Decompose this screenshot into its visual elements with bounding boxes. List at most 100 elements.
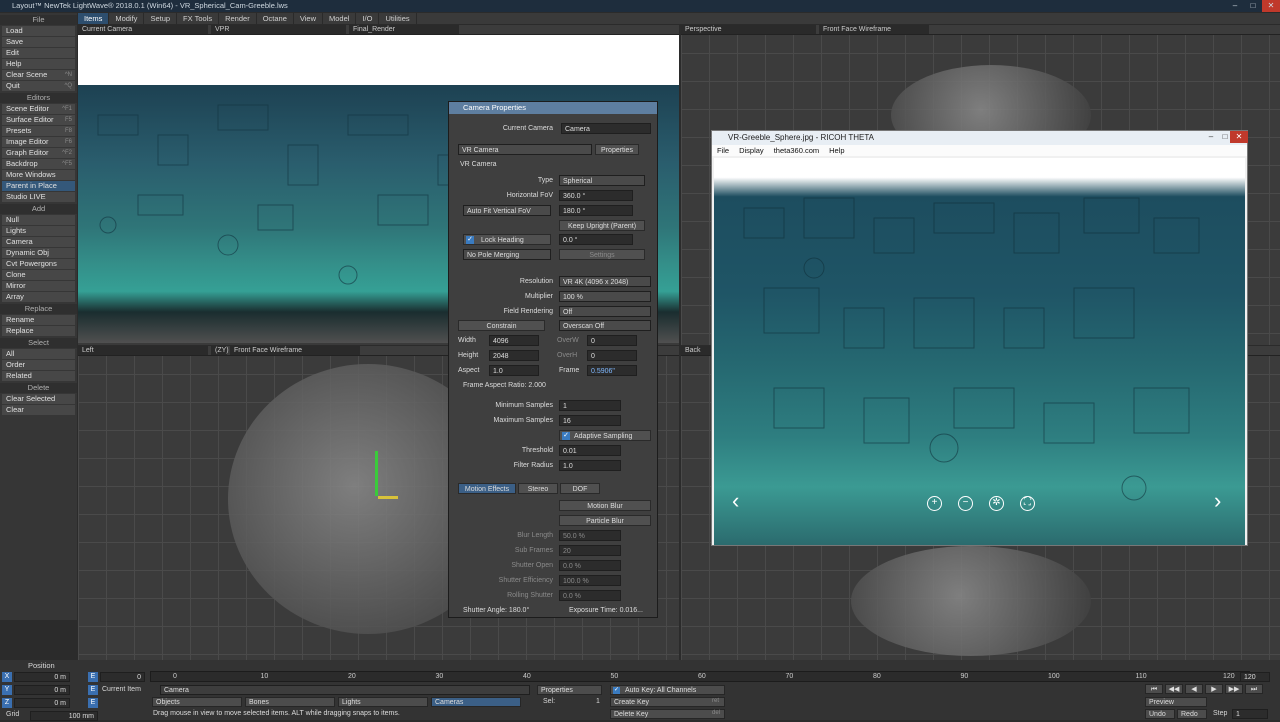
- chevron-right-icon[interactable]: ›: [1214, 488, 1221, 514]
- zoom-in-icon[interactable]: +: [927, 496, 942, 511]
- envelope-icon[interactable]: E: [88, 685, 98, 695]
- tab-utilities[interactable]: Utilities: [379, 13, 417, 24]
- step-field[interactable]: 1: [1232, 709, 1268, 719]
- next-key-icon[interactable]: ▶▶: [1225, 684, 1243, 694]
- position-x-field[interactable]: 0 m: [14, 672, 70, 682]
- sidebar-item-load[interactable]: Load: [2, 26, 75, 36]
- axis-y-toggle[interactable]: Y: [2, 685, 12, 695]
- prev-key-icon[interactable]: ◀◀: [1165, 684, 1183, 694]
- tab-view[interactable]: View: [294, 13, 324, 24]
- height-field[interactable]: 2048: [489, 350, 539, 361]
- min-samples-field[interactable]: 1: [559, 400, 621, 411]
- max-samples-field[interactable]: 16: [559, 415, 621, 426]
- rolling-shutter-field[interactable]: 0.0 %: [559, 590, 621, 601]
- maximize-icon[interactable]: □: [1244, 0, 1262, 12]
- sidebar-item-studio-live[interactable]: Studio LIVE: [2, 192, 75, 202]
- sidebar-item-all[interactable]: All: [2, 349, 75, 359]
- camera-type-properties-button[interactable]: Properties: [595, 144, 639, 155]
- current-item-dropdown[interactable]: Camera: [160, 685, 530, 695]
- timeline-ruler[interactable]: 0 10 20 30 40 50 60 70 80 90 100 110 120: [150, 671, 1250, 682]
- theta-menu-file[interactable]: File: [712, 145, 734, 156]
- play-icon[interactable]: ▶: [1205, 684, 1223, 694]
- lock-heading-field[interactable]: 0.0 °: [559, 234, 633, 245]
- keep-upright-dropdown[interactable]: Keep Upright (Parent): [559, 220, 645, 231]
- auto-fit-dropdown[interactable]: Auto Fit Vertical FoV: [463, 205, 551, 216]
- view-mode-icon[interactable]: ✲: [989, 496, 1004, 511]
- blur-length-field[interactable]: 50.0 %: [559, 530, 621, 541]
- sidebar-item-camera[interactable]: Camera: [2, 237, 75, 247]
- filter-radius-field[interactable]: 1.0: [559, 460, 621, 471]
- sidebar-item-clear[interactable]: Clear: [2, 405, 75, 415]
- sidebar-item-clear-scene[interactable]: Clear Scene ^N: [2, 70, 75, 80]
- axis-z-toggle[interactable]: Z: [2, 698, 12, 708]
- camera-dropdown[interactable]: Current Camera: [78, 25, 208, 34]
- fullscreen-icon[interactable]: ⛶: [1020, 496, 1035, 511]
- theta-menu-display[interactable]: Display: [734, 145, 769, 156]
- aspect-field[interactable]: 1.0: [489, 365, 539, 376]
- tab-i-o[interactable]: I/O: [356, 13, 380, 24]
- panorama-image[interactable]: ‹ › + − ✲ ⛶: [714, 158, 1245, 545]
- sidebar-item-clear-selected[interactable]: Clear Selected: [2, 394, 75, 404]
- filter-objects[interactable]: Objects: [152, 697, 242, 707]
- shutter-open-field[interactable]: 0.0 %: [559, 560, 621, 571]
- sidebar-item-scene-editor[interactable]: Scene Editor ^F1: [2, 104, 75, 114]
- sidebar-item-surface-editor[interactable]: Surface Editor F5: [2, 115, 75, 125]
- multiplier-dropdown[interactable]: 100 %: [559, 291, 651, 302]
- tab-model[interactable]: Model: [323, 13, 357, 24]
- tab-fx-tools[interactable]: FX Tools: [177, 13, 220, 24]
- redo-button[interactable]: Redo: [1177, 709, 1207, 719]
- properties-button[interactable]: Properties: [537, 685, 602, 695]
- filter-bones[interactable]: Bones: [245, 697, 335, 707]
- overh-field[interactable]: 0: [587, 350, 637, 361]
- last-frame-icon[interactable]: ⏭: [1245, 684, 1263, 694]
- tab-setup[interactable]: Setup: [144, 13, 178, 24]
- zoom-out-icon[interactable]: −: [958, 496, 973, 511]
- threshold-field[interactable]: 0.01: [559, 445, 621, 456]
- vfov-field[interactable]: 180.0 °: [559, 205, 633, 216]
- sidebar-item-dynamic-obj[interactable]: Dynamic Obj: [2, 248, 75, 258]
- tab-dof[interactable]: DOF: [560, 483, 600, 494]
- start-frame-field[interactable]: 0: [100, 672, 145, 682]
- settings-button[interactable]: Settings: [559, 249, 645, 260]
- sidebar-item-null[interactable]: Null: [2, 215, 75, 225]
- sidebar-item-more-windows[interactable]: More Windows: [2, 170, 75, 180]
- sidebar-item-image-editor[interactable]: Image Editor F6: [2, 137, 75, 147]
- sidebar-item-replace[interactable]: Replace: [2, 326, 75, 336]
- motion-blur-dropdown[interactable]: Motion Blur: [559, 500, 651, 511]
- lock-heading-checkbox[interactable]: Lock Heading: [463, 234, 551, 245]
- type-dropdown[interactable]: Spherical: [559, 175, 645, 186]
- gizmo-y-axis[interactable]: [375, 451, 378, 496]
- sidebar-item-mirror[interactable]: Mirror: [2, 281, 75, 291]
- hfov-field[interactable]: 360.0 °: [559, 190, 633, 201]
- sidebar-item-save[interactable]: Save: [2, 37, 75, 47]
- constrain-button[interactable]: Constrain: [458, 320, 545, 331]
- sidebar-item-backdrop[interactable]: Backdrop ^F5: [2, 159, 75, 169]
- theta-menu-help[interactable]: Help: [824, 145, 849, 156]
- overw-field[interactable]: 0: [587, 335, 637, 346]
- create-key-button[interactable]: Create Key: [610, 697, 725, 707]
- shading-dropdown[interactable]: Front Face Wireframe: [819, 25, 929, 34]
- sub-frames-field[interactable]: 20: [559, 545, 621, 556]
- render-preset-dropdown[interactable]: Final_Render: [349, 25, 459, 34]
- sidebar-item-array[interactable]: Array: [2, 292, 75, 302]
- sidebar-item-rename[interactable]: Rename: [2, 315, 75, 325]
- sidebar-item-graph-editor[interactable]: Graph Editor ^F2: [2, 148, 75, 158]
- sidebar-item-order[interactable]: Order: [2, 360, 75, 370]
- delete-key-button[interactable]: Delete Key: [610, 709, 725, 719]
- minimize-icon[interactable]: –: [1226, 0, 1244, 12]
- tab-stereo[interactable]: Stereo: [518, 483, 558, 494]
- sidebar-item-help[interactable]: Help: [2, 59, 75, 69]
- play-reverse-icon[interactable]: ◀: [1185, 684, 1203, 694]
- auto-key-checkbox[interactable]: Auto Key: All Channels: [610, 685, 725, 695]
- position-y-field[interactable]: 0 m: [14, 685, 70, 695]
- sidebar-item-clone[interactable]: Clone: [2, 270, 75, 280]
- filter-lights[interactable]: Lights: [338, 697, 428, 707]
- view-type-dropdown[interactable]: Perspective: [681, 25, 816, 34]
- close-icon[interactable]: ✕: [1262, 0, 1280, 12]
- envelope-icon[interactable]: E: [88, 698, 98, 708]
- frame-field[interactable]: 0.5906": [587, 365, 637, 376]
- sidebar-item-lights[interactable]: Lights: [2, 226, 75, 236]
- preview-dropdown[interactable]: Preview: [1145, 697, 1207, 707]
- sidebar-item-quit[interactable]: Quit ^Q: [2, 81, 75, 91]
- particle-blur-dropdown[interactable]: Particle Blur: [559, 515, 651, 526]
